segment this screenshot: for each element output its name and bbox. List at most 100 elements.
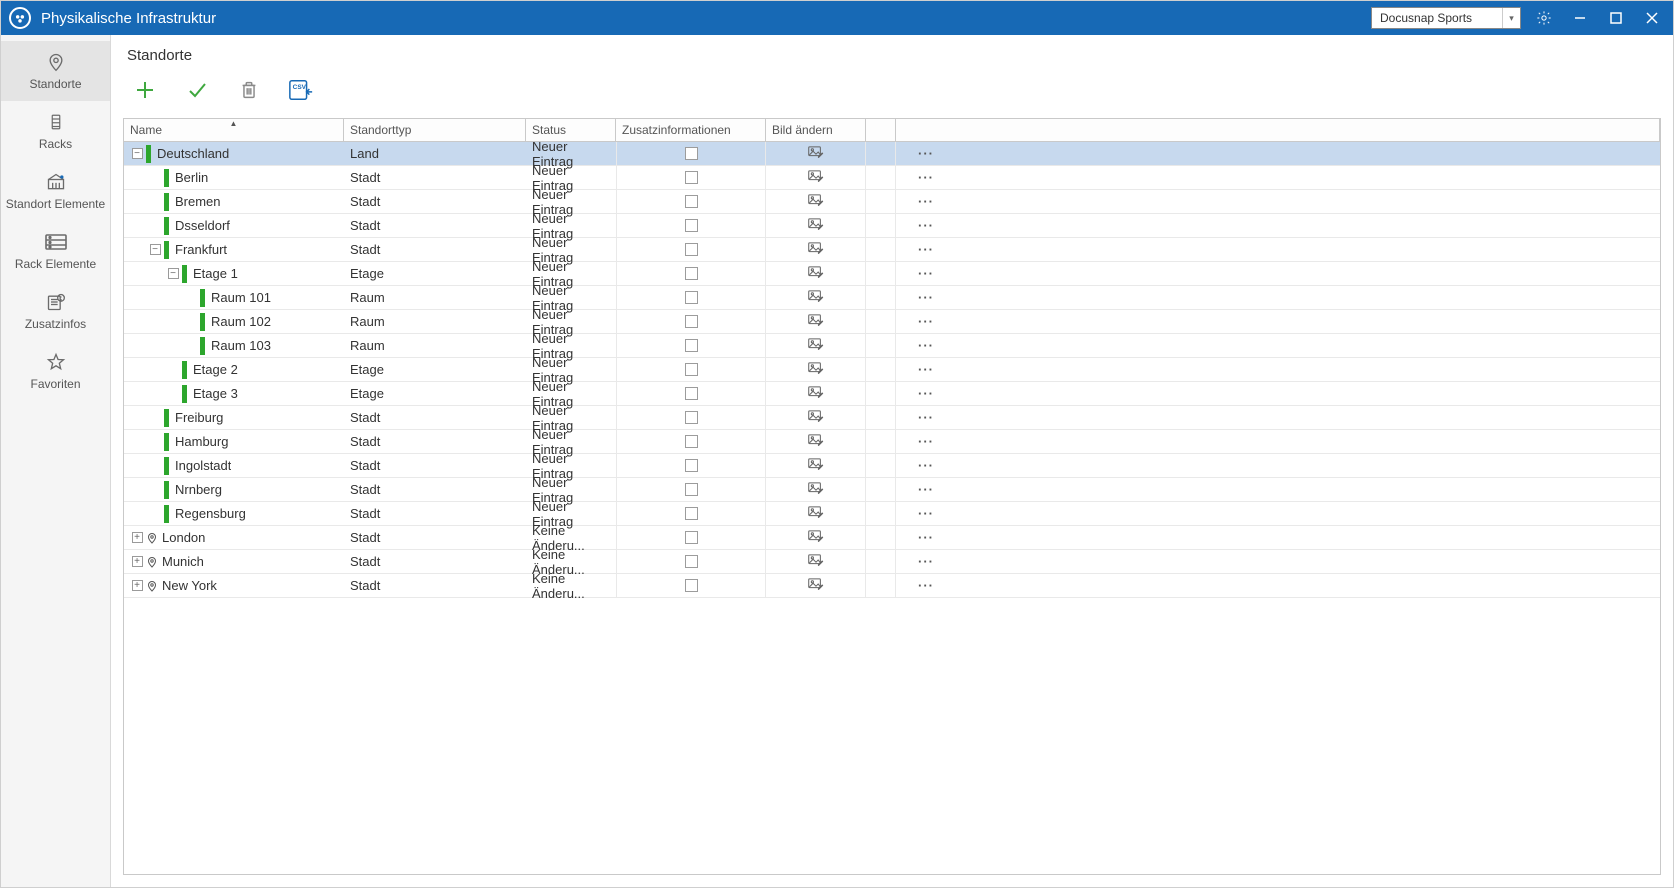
table-row[interactable]: DsseldorfStadtNeuer Eintrag···	[124, 214, 1660, 238]
change-image-button[interactable]	[808, 313, 824, 330]
column-header-type[interactable]: Standorttyp	[344, 119, 526, 141]
row-more-button[interactable]: ···	[896, 358, 1660, 381]
column-header-extra[interactable]: Zusatzinformationen	[616, 119, 766, 141]
close-button[interactable]	[1639, 5, 1665, 31]
minimize-button[interactable]	[1567, 5, 1593, 31]
table-row[interactable]: NrnbergStadtNeuer Eintrag···	[124, 478, 1660, 502]
row-more-button[interactable]: ···	[896, 262, 1660, 285]
sidebar-item-favoriten[interactable]: Favoriten	[1, 341, 110, 401]
column-header-image[interactable]: Bild ändern	[766, 119, 866, 141]
change-image-button[interactable]	[808, 481, 824, 498]
change-image-button[interactable]	[808, 289, 824, 306]
delete-button[interactable]	[235, 76, 263, 104]
extra-info-checkbox[interactable]	[685, 315, 698, 328]
table-row[interactable]: −DeutschlandLandNeuer Eintrag···	[124, 142, 1660, 166]
sidebar-item-standort-elemente[interactable]: Standort Elemente	[1, 161, 110, 221]
table-row[interactable]: BerlinStadtNeuer Eintrag···	[124, 166, 1660, 190]
row-more-button[interactable]: ···	[896, 526, 1660, 549]
change-image-button[interactable]	[808, 385, 824, 402]
extra-info-checkbox[interactable]	[685, 171, 698, 184]
column-header-name[interactable]: Name ▲	[124, 119, 344, 141]
change-image-button[interactable]	[808, 337, 824, 354]
extra-info-checkbox[interactable]	[685, 555, 698, 568]
table-row[interactable]: +New YorkStadtKeine Änderu...···	[124, 574, 1660, 598]
sidebar-item-standorte[interactable]: Standorte	[1, 41, 110, 101]
sidebar-item-racks[interactable]: Racks	[1, 101, 110, 161]
change-image-button[interactable]	[808, 577, 824, 594]
change-image-button[interactable]	[808, 529, 824, 546]
table-row[interactable]: −FrankfurtStadtNeuer Eintrag···	[124, 238, 1660, 262]
row-more-button[interactable]: ···	[896, 238, 1660, 261]
row-more-button[interactable]: ···	[896, 478, 1660, 501]
row-more-button[interactable]: ···	[896, 190, 1660, 213]
change-image-button[interactable]	[808, 553, 824, 570]
extra-info-checkbox[interactable]	[685, 147, 698, 160]
extra-info-checkbox[interactable]	[685, 411, 698, 424]
tree-expander[interactable]: −	[132, 148, 143, 159]
row-more-button[interactable]: ···	[896, 454, 1660, 477]
row-more-button[interactable]: ···	[896, 142, 1660, 165]
change-image-button[interactable]	[808, 505, 824, 522]
tree-expander[interactable]: −	[150, 244, 161, 255]
table-row[interactable]: −Etage 1EtageNeuer Eintrag···	[124, 262, 1660, 286]
row-more-button[interactable]: ···	[896, 502, 1660, 525]
row-more-button[interactable]: ···	[896, 406, 1660, 429]
row-more-button[interactable]: ···	[896, 550, 1660, 573]
tree-expander[interactable]: −	[168, 268, 179, 279]
change-image-button[interactable]	[808, 241, 824, 258]
extra-info-checkbox[interactable]	[685, 579, 698, 592]
column-header-status[interactable]: Status	[526, 119, 616, 141]
extra-info-checkbox[interactable]	[685, 363, 698, 376]
extra-info-checkbox[interactable]	[685, 195, 698, 208]
change-image-button[interactable]	[808, 457, 824, 474]
sidebar-item-rack-elemente[interactable]: Rack Elemente	[1, 221, 110, 281]
tenant-dropdown[interactable]: Docusnap Sports ▾	[1371, 7, 1521, 29]
extra-info-checkbox[interactable]	[685, 243, 698, 256]
change-image-button[interactable]	[808, 193, 824, 210]
table-row[interactable]: +LondonStadtKeine Änderu...···	[124, 526, 1660, 550]
table-row[interactable]: HamburgStadtNeuer Eintrag···	[124, 430, 1660, 454]
table-row[interactable]: Raum 101RaumNeuer Eintrag···	[124, 286, 1660, 310]
row-more-button[interactable]: ···	[896, 286, 1660, 309]
table-row[interactable]: Etage 3EtageNeuer Eintrag···	[124, 382, 1660, 406]
extra-info-checkbox[interactable]	[685, 267, 698, 280]
change-image-button[interactable]	[808, 409, 824, 426]
extra-info-checkbox[interactable]	[685, 459, 698, 472]
row-more-button[interactable]: ···	[896, 382, 1660, 405]
add-button[interactable]	[131, 76, 159, 104]
table-row[interactable]: Etage 2EtageNeuer Eintrag···	[124, 358, 1660, 382]
row-more-button[interactable]: ···	[896, 334, 1660, 357]
table-row[interactable]: +MunichStadtKeine Änderu...···	[124, 550, 1660, 574]
row-more-button[interactable]: ···	[896, 574, 1660, 597]
table-row[interactable]: BremenStadtNeuer Eintrag···	[124, 190, 1660, 214]
settings-button[interactable]	[1531, 5, 1557, 31]
extra-info-checkbox[interactable]	[685, 291, 698, 304]
extra-info-checkbox[interactable]	[685, 435, 698, 448]
row-more-button[interactable]: ···	[896, 310, 1660, 333]
row-more-button[interactable]: ···	[896, 430, 1660, 453]
tree-expander[interactable]: +	[132, 556, 143, 567]
extra-info-checkbox[interactable]	[685, 339, 698, 352]
extra-info-checkbox[interactable]	[685, 531, 698, 544]
row-more-button[interactable]: ···	[896, 166, 1660, 189]
sidebar-item-zusatzinfos[interactable]: Zusatzinfos	[1, 281, 110, 341]
csv-import-button[interactable]: CSV	[287, 76, 315, 104]
table-row[interactable]: IngolstadtStadtNeuer Eintrag···	[124, 454, 1660, 478]
change-image-button[interactable]	[808, 217, 824, 234]
row-more-button[interactable]: ···	[896, 214, 1660, 237]
extra-info-checkbox[interactable]	[685, 219, 698, 232]
table-row[interactable]: RegensburgStadtNeuer Eintrag···	[124, 502, 1660, 526]
table-row[interactable]: Raum 102RaumNeuer Eintrag···	[124, 310, 1660, 334]
table-row[interactable]: Raum 103RaumNeuer Eintrag···	[124, 334, 1660, 358]
change-image-button[interactable]	[808, 433, 824, 450]
tree-expander[interactable]: +	[132, 532, 143, 543]
change-image-button[interactable]	[808, 265, 824, 282]
change-image-button[interactable]	[808, 361, 824, 378]
change-image-button[interactable]	[808, 169, 824, 186]
tree-expander[interactable]: +	[132, 580, 143, 591]
change-image-button[interactable]	[808, 145, 824, 162]
table-row[interactable]: FreiburgStadtNeuer Eintrag···	[124, 406, 1660, 430]
confirm-button[interactable]	[183, 76, 211, 104]
extra-info-checkbox[interactable]	[685, 507, 698, 520]
extra-info-checkbox[interactable]	[685, 387, 698, 400]
